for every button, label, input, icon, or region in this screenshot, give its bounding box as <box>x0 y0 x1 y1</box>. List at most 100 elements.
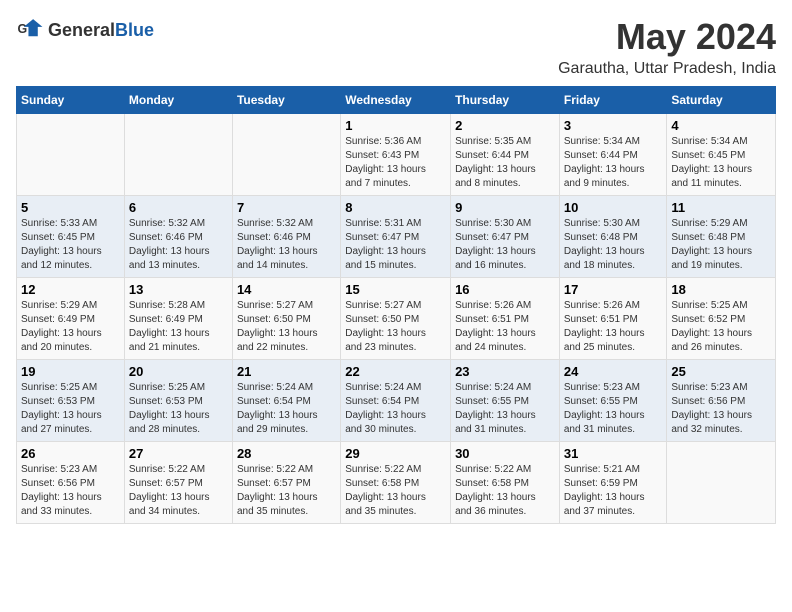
logo-blue-text: Blue <box>115 20 154 40</box>
calendar-day-cell: 1 Sunrise: 5:36 AM Sunset: 6:43 PM Daylig… <box>341 114 451 196</box>
calendar-day-cell: 27 Sunrise: 5:22 AM Sunset: 6:57 PM Dayli… <box>124 442 232 524</box>
day-info: Sunrise: 5:23 AM Sunset: 6:56 PM Dayligh… <box>21 463 120 519</box>
day-info: Sunrise: 5:34 AM Sunset: 6:45 PM Dayligh… <box>671 135 771 191</box>
calendar-day-cell: 28 Sunrise: 5:22 AM Sunset: 6:57 PM Dayli… <box>232 442 340 524</box>
column-header-saturday: Saturday <box>667 87 776 114</box>
title-area: May 2024 Garautha, Uttar Pradesh, India <box>558 16 776 78</box>
day-info: Sunrise: 5:23 AM Sunset: 6:56 PM Dayligh… <box>671 381 771 437</box>
day-number: 18 <box>671 282 771 297</box>
day-info: Sunrise: 5:24 AM Sunset: 6:54 PM Dayligh… <box>345 381 446 437</box>
day-info: Sunrise: 5:22 AM Sunset: 6:57 PM Dayligh… <box>237 463 336 519</box>
day-number: 21 <box>237 364 336 379</box>
calendar-day-cell: 25 Sunrise: 5:23 AM Sunset: 6:56 PM Dayli… <box>667 360 776 442</box>
main-title: May 2024 <box>558 16 776 58</box>
calendar-day-cell: 30 Sunrise: 5:22 AM Sunset: 6:58 PM Dayli… <box>451 442 560 524</box>
calendar-day-cell: 23 Sunrise: 5:24 AM Sunset: 6:55 PM Dayli… <box>451 360 560 442</box>
day-number: 16 <box>455 282 555 297</box>
day-number: 20 <box>129 364 228 379</box>
day-info: Sunrise: 5:29 AM Sunset: 6:48 PM Dayligh… <box>671 217 771 273</box>
header: G GeneralBlue May 2024 Garautha, Uttar P… <box>16 16 776 78</box>
calendar-day-cell: 10Sunrise: 5:30 AM Sunset: 6:48 PM Dayli… <box>559 196 667 278</box>
calendar-day-cell <box>232 114 340 196</box>
column-header-tuesday: Tuesday <box>232 87 340 114</box>
day-number: 8 <box>345 200 446 215</box>
day-number: 17 <box>564 282 663 297</box>
day-number: 22 <box>345 364 446 379</box>
day-number: 11 <box>671 200 771 215</box>
day-info: Sunrise: 5:24 AM Sunset: 6:54 PM Dayligh… <box>237 381 336 437</box>
calendar-day-cell <box>17 114 125 196</box>
calendar-table: SundayMondayTuesdayWednesdayThursdayFrid… <box>16 86 776 524</box>
column-header-wednesday: Wednesday <box>341 87 451 114</box>
day-number: 25 <box>671 364 771 379</box>
day-info: Sunrise: 5:25 AM Sunset: 6:53 PM Dayligh… <box>21 381 120 437</box>
calendar-day-cell: 18Sunrise: 5:25 AM Sunset: 6:52 PM Dayli… <box>667 278 776 360</box>
day-info: Sunrise: 5:22 AM Sunset: 6:58 PM Dayligh… <box>455 463 555 519</box>
day-number: 24 <box>564 364 663 379</box>
column-header-monday: Monday <box>124 87 232 114</box>
day-info: Sunrise: 5:30 AM Sunset: 6:48 PM Dayligh… <box>564 217 663 273</box>
day-info: Sunrise: 5:23 AM Sunset: 6:55 PM Dayligh… <box>564 381 663 437</box>
calendar-week-row: 1 Sunrise: 5:36 AM Sunset: 6:43 PM Daylig… <box>17 114 776 196</box>
day-number: 27 <box>129 446 228 461</box>
calendar-day-cell: 4 Sunrise: 5:34 AM Sunset: 6:45 PM Daylig… <box>667 114 776 196</box>
calendar-week-row: 5 Sunrise: 5:33 AM Sunset: 6:45 PM Daylig… <box>17 196 776 278</box>
day-info: Sunrise: 5:22 AM Sunset: 6:58 PM Dayligh… <box>345 463 446 519</box>
subtitle: Garautha, Uttar Pradesh, India <box>558 60 776 78</box>
day-info: Sunrise: 5:36 AM Sunset: 6:43 PM Dayligh… <box>345 135 446 191</box>
calendar-day-cell <box>124 114 232 196</box>
calendar-day-cell: 29 Sunrise: 5:22 AM Sunset: 6:58 PM Dayli… <box>341 442 451 524</box>
calendar-day-cell <box>667 442 776 524</box>
day-info: Sunrise: 5:22 AM Sunset: 6:57 PM Dayligh… <box>129 463 228 519</box>
day-info: Sunrise: 5:30 AM Sunset: 6:47 PM Dayligh… <box>455 217 555 273</box>
day-info: Sunrise: 5:33 AM Sunset: 6:45 PM Dayligh… <box>21 217 120 273</box>
calendar-day-cell: 9 Sunrise: 5:30 AM Sunset: 6:47 PM Daylig… <box>451 196 560 278</box>
day-number: 2 <box>455 118 555 133</box>
day-number: 14 <box>237 282 336 297</box>
calendar-day-cell: 19 Sunrise: 5:25 AM Sunset: 6:53 PM Dayli… <box>17 360 125 442</box>
day-number: 26 <box>21 446 120 461</box>
day-number: 7 <box>237 200 336 215</box>
day-number: 28 <box>237 446 336 461</box>
day-info: Sunrise: 5:28 AM Sunset: 6:49 PM Dayligh… <box>129 299 228 355</box>
day-info: Sunrise: 5:24 AM Sunset: 6:55 PM Dayligh… <box>455 381 555 437</box>
day-info: Sunrise: 5:32 AM Sunset: 6:46 PM Dayligh… <box>129 217 228 273</box>
day-number: 4 <box>671 118 771 133</box>
calendar-week-row: 26 Sunrise: 5:23 AM Sunset: 6:56 PM Dayli… <box>17 442 776 524</box>
calendar-week-row: 19 Sunrise: 5:25 AM Sunset: 6:53 PM Dayli… <box>17 360 776 442</box>
calendar-day-cell: 13 Sunrise: 5:28 AM Sunset: 6:49 PM Dayli… <box>124 278 232 360</box>
calendar-day-cell: 22 Sunrise: 5:24 AM Sunset: 6:54 PM Dayli… <box>341 360 451 442</box>
calendar-week-row: 12Sunrise: 5:29 AM Sunset: 6:49 PM Dayli… <box>17 278 776 360</box>
day-number: 31 <box>564 446 663 461</box>
calendar-day-cell: 20Sunrise: 5:25 AM Sunset: 6:53 PM Dayli… <box>124 360 232 442</box>
day-number: 9 <box>455 200 555 215</box>
calendar-day-cell: 31Sunrise: 5:21 AM Sunset: 6:59 PM Dayli… <box>559 442 667 524</box>
day-number: 30 <box>455 446 555 461</box>
calendar-day-cell: 5 Sunrise: 5:33 AM Sunset: 6:45 PM Daylig… <box>17 196 125 278</box>
calendar-day-cell: 15 Sunrise: 5:27 AM Sunset: 6:50 PM Dayli… <box>341 278 451 360</box>
day-info: Sunrise: 5:26 AM Sunset: 6:51 PM Dayligh… <box>455 299 555 355</box>
day-number: 15 <box>345 282 446 297</box>
calendar-day-cell: 17 Sunrise: 5:26 AM Sunset: 6:51 PM Dayli… <box>559 278 667 360</box>
calendar-day-cell: 21 Sunrise: 5:24 AM Sunset: 6:54 PM Dayli… <box>232 360 340 442</box>
calendar-day-cell: 8Sunrise: 5:31 AM Sunset: 6:47 PM Daylig… <box>341 196 451 278</box>
column-header-thursday: Thursday <box>451 87 560 114</box>
calendar-day-cell: 11 Sunrise: 5:29 AM Sunset: 6:48 PM Dayli… <box>667 196 776 278</box>
day-info: Sunrise: 5:26 AM Sunset: 6:51 PM Dayligh… <box>564 299 663 355</box>
logo-general-text: General <box>48 20 115 40</box>
calendar-day-cell: 2Sunrise: 5:35 AM Sunset: 6:44 PM Daylig… <box>451 114 560 196</box>
day-number: 29 <box>345 446 446 461</box>
day-info: Sunrise: 5:34 AM Sunset: 6:44 PM Dayligh… <box>564 135 663 191</box>
day-number: 3 <box>564 118 663 133</box>
day-info: Sunrise: 5:27 AM Sunset: 6:50 PM Dayligh… <box>237 299 336 355</box>
day-info: Sunrise: 5:32 AM Sunset: 6:46 PM Dayligh… <box>237 217 336 273</box>
day-number: 13 <box>129 282 228 297</box>
day-info: Sunrise: 5:27 AM Sunset: 6:50 PM Dayligh… <box>345 299 446 355</box>
calendar-day-cell: 26 Sunrise: 5:23 AM Sunset: 6:56 PM Dayli… <box>17 442 125 524</box>
day-number: 1 <box>345 118 446 133</box>
day-number: 12 <box>21 282 120 297</box>
day-number: 19 <box>21 364 120 379</box>
day-number: 23 <box>455 364 555 379</box>
day-number: 5 <box>21 200 120 215</box>
calendar-day-cell: 6Sunrise: 5:32 AM Sunset: 6:46 PM Daylig… <box>124 196 232 278</box>
